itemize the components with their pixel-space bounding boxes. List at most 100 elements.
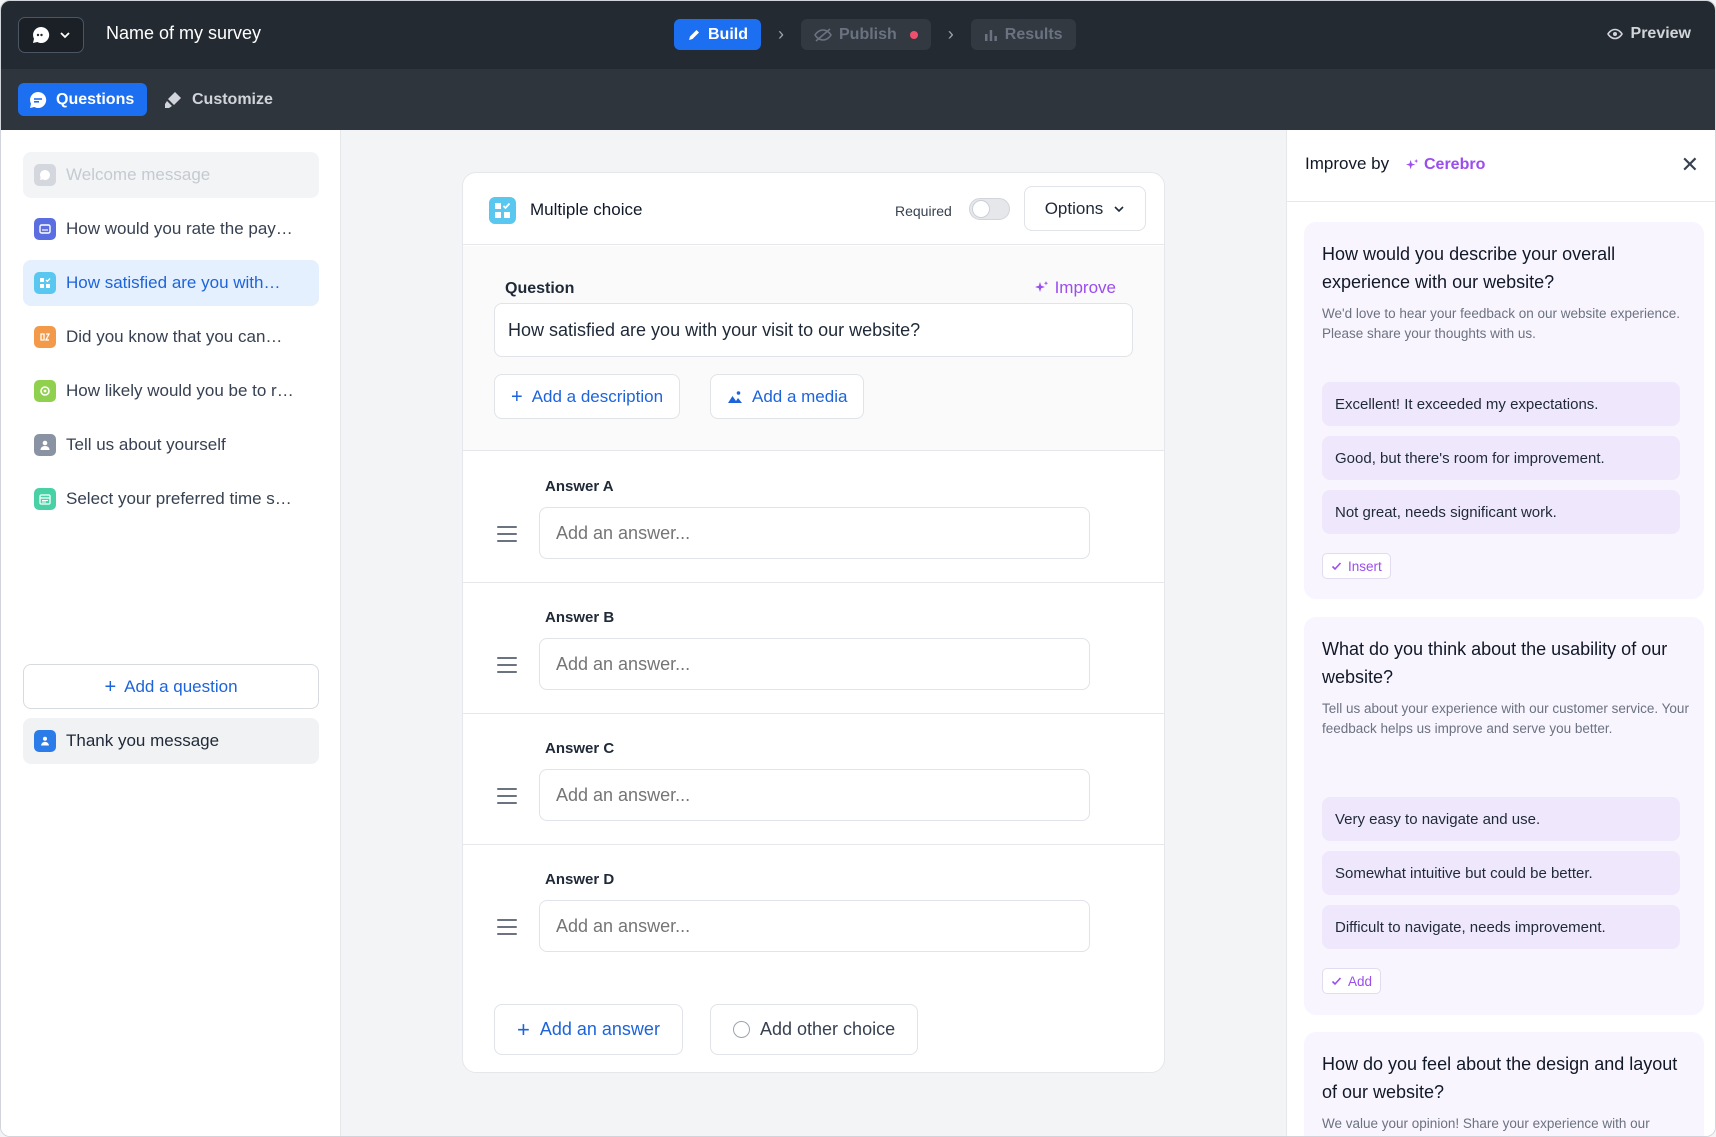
toggle-knob (972, 200, 990, 218)
answer-label: Answer C (545, 740, 615, 757)
sidebar-item-question[interactable]: Did you know that you can… (23, 314, 319, 360)
answer-label: Answer D (545, 871, 615, 888)
question-type-header: Multiple choice Required Options (463, 173, 1164, 245)
question-input[interactable]: How satisfied are you with your visit to… (494, 303, 1133, 357)
top-bar: Name of my survey Build › Publish › Resu… (1, 1, 1715, 69)
suggestion-description: We'd love to hear your feedback on our w… (1322, 306, 1681, 341)
add-other-choice-button[interactable]: Add other choice (710, 1004, 919, 1055)
tab-customize[interactable]: Customize (163, 83, 273, 116)
suggestion-description: Tell us about your experience with our c… (1322, 701, 1689, 736)
sidebar-item-question[interactable]: How would you rate the pay… (23, 206, 319, 252)
suggestion-answer: Excellent! It exceeded my expectations. (1322, 382, 1680, 426)
close-icon[interactable]: ✕ (1681, 152, 1699, 178)
rating-icon (34, 218, 56, 240)
add-question-button[interactable]: + Add a question (23, 664, 319, 709)
unpublished-dot (909, 30, 918, 39)
yes-no-icon (34, 326, 56, 348)
add-description-button[interactable]: + Add a description (494, 374, 681, 419)
radio-icon (733, 1021, 750, 1038)
step-results[interactable]: Results (970, 19, 1076, 50)
chevron-right-icon: › (947, 24, 954, 44)
sidebar-item-question[interactable]: Select your preferred time s… (23, 476, 319, 522)
sparkle-icon (1406, 158, 1419, 169)
sidebar-item-label: Tell us about yourself (66, 435, 226, 454)
ai-improve-panel: Improve by Cerebro ✕ How would you descr… (1286, 130, 1715, 1136)
workspace-menu-button[interactable] (18, 17, 84, 53)
question-type-label: Multiple choice (530, 200, 643, 219)
add-media-button[interactable]: Add a media (710, 374, 865, 419)
answer-label: Answer B (545, 609, 615, 626)
drag-handle-icon[interactable] (497, 788, 517, 804)
drag-handle-icon[interactable] (497, 657, 517, 673)
plus-icon: + (511, 385, 523, 408)
multiple-choice-icon (489, 197, 516, 224)
add-suggestion-button[interactable]: Add (1322, 968, 1382, 994)
answer-row: Answer B (463, 583, 1164, 714)
answer-row: Answer C (463, 714, 1164, 845)
preview-button[interactable]: Preview (1606, 25, 1691, 43)
insert-suggestion-button[interactable]: Insert (1322, 553, 1391, 579)
sidebar-item-label: Select your preferred time s… (66, 489, 292, 508)
panel-header: Improve by Cerebro ✕ (1287, 130, 1715, 202)
step-publish[interactable]: Publish (801, 19, 931, 50)
sidebar-item-label: How satisfied are you with… (66, 273, 281, 292)
required-toggle[interactable] (969, 198, 1010, 220)
sidebar-item-label: How likely would you be to r… (66, 381, 294, 400)
sidebar-item-label: Did you know that you can… (66, 327, 283, 346)
answer-input[interactable] (539, 900, 1090, 952)
app-window: Name of my survey Build › Publish › Resu… (0, 0, 1716, 1137)
sidebar-item-label: Thank you message (66, 731, 220, 750)
drag-handle-icon[interactable] (497, 919, 517, 935)
cerebro-brand: Cerebro (1406, 156, 1485, 174)
suggestion-answer: Very easy to navigate and use. (1322, 797, 1680, 841)
question-editor-card: Multiple choice Required Options Questio… (462, 172, 1165, 1073)
panel-title: Improve by (1305, 154, 1390, 173)
add-answer-button[interactable]: + Add an answer (494, 1004, 683, 1055)
chevron-right-icon: › (778, 24, 784, 44)
eye-icon (1606, 28, 1623, 40)
chevron-down-icon (1114, 205, 1124, 212)
date-icon (34, 488, 56, 510)
add-answer-label: Add an answer (539, 1019, 660, 1039)
brand-label: Cerebro (1424, 156, 1486, 173)
suggestion-answer: Good, but there's room for improvement. (1322, 436, 1680, 480)
add-other-label: Add other choice (760, 1019, 896, 1039)
thank-you-icon (34, 730, 56, 752)
questions-sidebar: Welcome message How would you rate the p… (1, 130, 341, 1136)
suggestion-card: How would you describe your overall expe… (1304, 222, 1704, 599)
question-label: Question (505, 280, 575, 297)
preview-label: Preview (1630, 25, 1691, 42)
answer-input[interactable] (539, 507, 1090, 559)
options-label: Options (1044, 198, 1104, 218)
step-results-label: Results (1004, 25, 1063, 43)
sidebar-item-question[interactable]: How likely would you be to r… (23, 368, 319, 414)
answer-input[interactable] (539, 769, 1090, 821)
bar-chart-icon (984, 29, 997, 41)
answer-label: Answer A (545, 478, 614, 495)
sidebar-item-welcome[interactable]: Welcome message (23, 152, 319, 198)
improve-label: Improve (1054, 278, 1116, 297)
chat-logo-icon (33, 26, 50, 43)
suggestion-answer: Not great, needs significant work. (1322, 490, 1680, 534)
step-build[interactable]: Build (674, 19, 761, 50)
check-icon (1331, 561, 1342, 570)
survey-title[interactable]: Name of my survey (106, 23, 261, 44)
workflow-steps: Build › Publish › Results (674, 19, 1076, 50)
sidebar-item-question[interactable]: Tell us about yourself (23, 422, 319, 468)
suggestion-card: How do you feel about the design and lay… (1304, 1032, 1704, 1136)
pencil-icon (689, 29, 699, 40)
suggestion-card: What do you think about the usability of… (1304, 617, 1704, 1015)
tab-questions[interactable]: Questions (18, 83, 148, 116)
step-build-label: Build (708, 25, 748, 43)
plus-icon: + (517, 1016, 530, 1042)
insert-label: Insert (1348, 558, 1382, 574)
answer-row: Answer D (463, 845, 1164, 976)
add-media-label: Add a media (752, 386, 848, 406)
sidebar-item-question-active[interactable]: How satisfied are you with… (23, 260, 319, 306)
sidebar-item-thanks[interactable]: Thank you message (23, 718, 319, 764)
answer-input[interactable] (539, 638, 1090, 690)
drag-handle-icon[interactable] (497, 526, 517, 542)
options-dropdown[interactable]: Options (1024, 186, 1146, 231)
improve-button[interactable]: Improve (1034, 278, 1116, 298)
chat-bubble-icon (30, 91, 47, 108)
